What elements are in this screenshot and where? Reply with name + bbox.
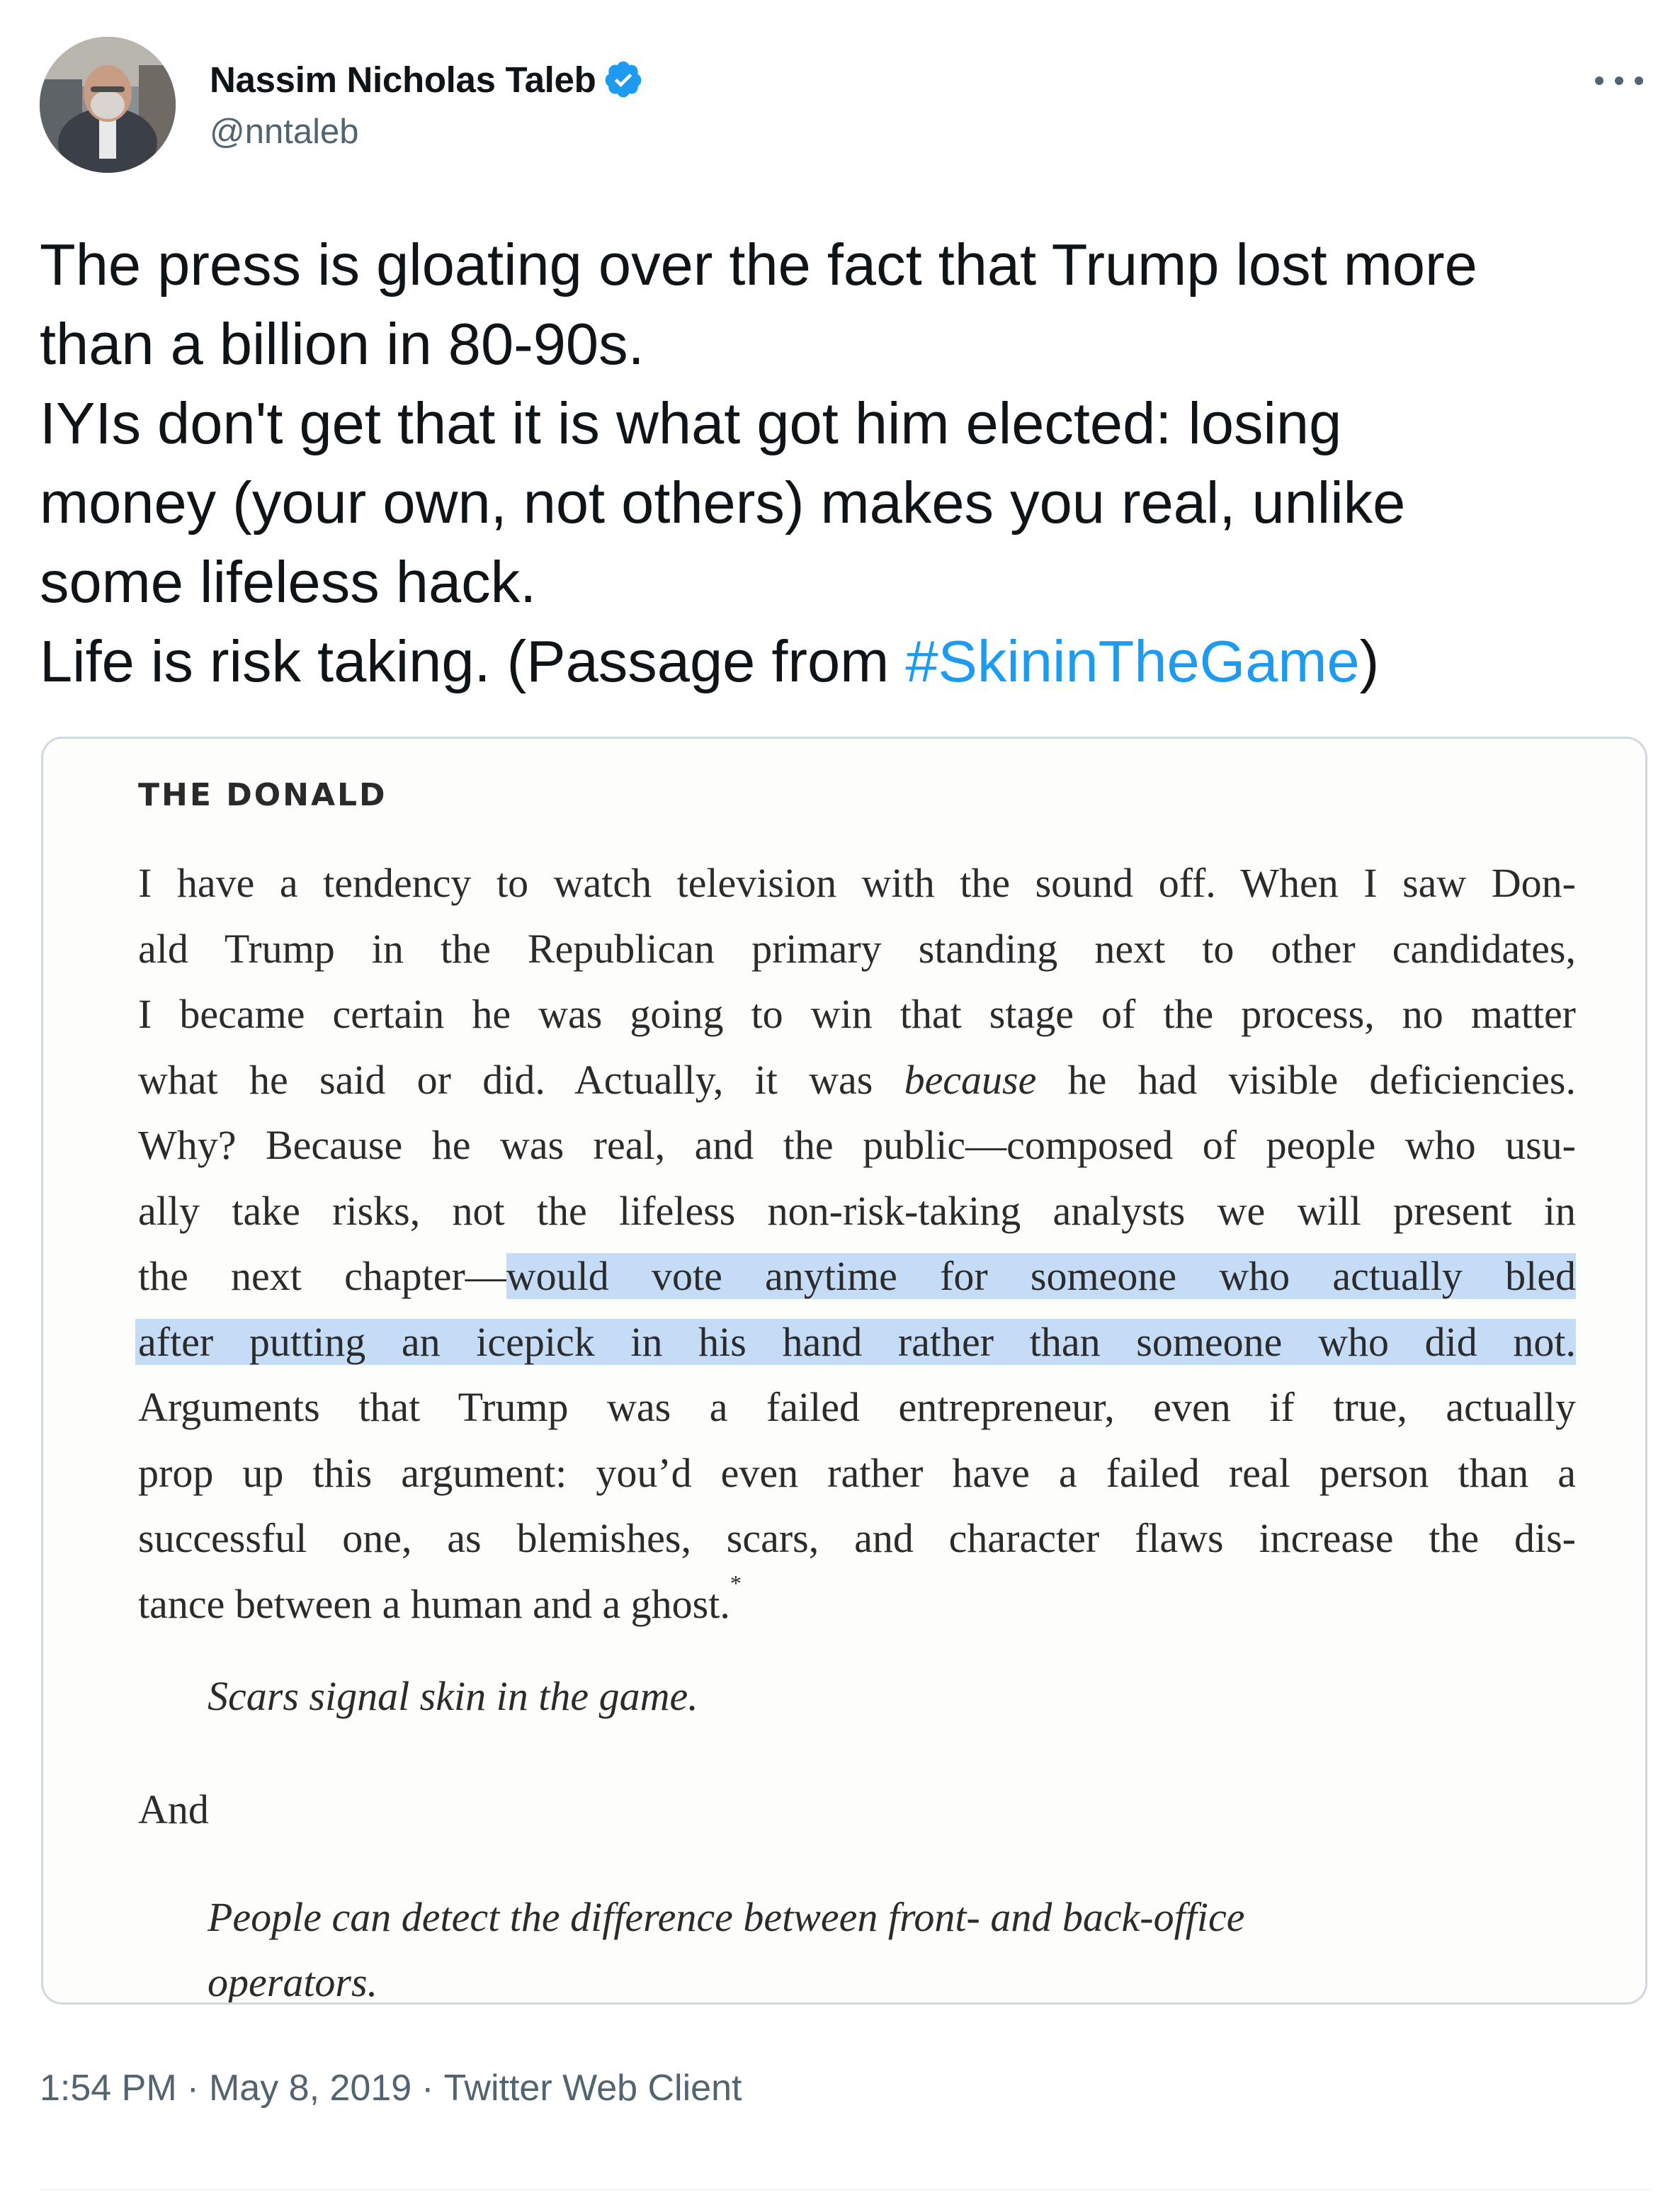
tweet-text-line: The press is gloating over the fact that… xyxy=(40,232,1477,297)
book-quote: People can detect the difference between… xyxy=(208,1885,1482,2005)
book-line: ally take risks, not the lifeless non-ri… xyxy=(138,1187,1576,1234)
tweet-source-client[interactable]: Twitter Web Client xyxy=(444,2068,742,2109)
tweet-meta: 1:54 PM · May 8, 2019 · Twitter Web Client xyxy=(40,2067,742,2109)
more-horizontal-icon[interactable] xyxy=(1585,59,1653,102)
hashtag-link[interactable]: #SkininTheGame xyxy=(905,628,1359,694)
tweet-text-line: IYIs don't get that it is what got him e… xyxy=(40,390,1342,456)
tweet-time[interactable]: 1:54 PM xyxy=(40,2068,177,2109)
avatar-photo xyxy=(40,37,176,173)
author-display-name[interactable]: Nassim Nicholas Taleb xyxy=(210,59,596,101)
footnote-mark: * xyxy=(730,1570,742,1596)
meta-separator: · xyxy=(186,2068,199,2109)
book-line: Why? Because he was real, and the public… xyxy=(138,1122,1576,1168)
book-line: after putting an icepick in his hand rat… xyxy=(135,1310,1576,1376)
divider xyxy=(40,2189,1652,2190)
verified-badge-icon xyxy=(603,59,644,100)
tweet-text-line: some lifeless hack. xyxy=(40,549,537,615)
book-connector: And xyxy=(138,1786,209,1832)
tweet-text-line: money (your own, not others) makes you r… xyxy=(40,470,1406,535)
book-quote-line: operators. xyxy=(208,1959,378,2005)
book-line: I became certain he was going to win tha… xyxy=(138,991,1576,1037)
book-section-heading: THE DONALD xyxy=(138,777,387,813)
book-highlighted-text: after putting an icepick in his hand rat… xyxy=(135,1318,1576,1365)
book-quote-line: People can detect the difference between… xyxy=(208,1894,1245,1940)
book-line: tance between a human and a ghost.* xyxy=(138,1572,1576,1638)
tweet-text-line-last: Life is risk taking. (Passage from #Skin… xyxy=(40,622,1662,701)
book-line: Arguments that Trump was a failed entrep… xyxy=(138,1384,1576,1430)
author-name-row: Nassim Nicholas Taleb xyxy=(210,51,644,108)
author-handle[interactable]: @nntaleb xyxy=(210,112,359,152)
book-highlighted-text: would vote anytime for someone who actua… xyxy=(506,1253,1576,1299)
tweet-text: The press is gloating over the fact that… xyxy=(40,225,1662,701)
book-line: the next chapter—would vote anytime for … xyxy=(138,1244,1576,1310)
avatar[interactable] xyxy=(40,37,176,173)
tweet-text-line: than a billion in 80-90s. xyxy=(40,311,645,377)
book-emphasis: because xyxy=(904,1056,1037,1103)
book-quote: Scars signal skin in the game. xyxy=(208,1673,698,1719)
tweet-text-prefix: Life is risk taking. (Passage from xyxy=(40,628,906,694)
book-line: what he said or did. Actually, it was be… xyxy=(138,1056,1576,1103)
book-line: I have a tendency to watch television wi… xyxy=(138,860,1576,906)
tweet-text-suffix: ) xyxy=(1359,628,1380,694)
tweet-media-image[interactable]: THE DONALD I have a tendency to watch te… xyxy=(41,737,1647,2005)
book-line: successful one, as blemishes, scars, and… xyxy=(138,1515,1576,1561)
book-line: prop up this argument: you’d even rather… xyxy=(138,1449,1576,1496)
book-paragraph: I have a tendency to watch television wi… xyxy=(135,851,1576,1638)
book-line-plain: the next chapter— xyxy=(138,1253,506,1299)
book-last-line: tance between a human and a ghost. xyxy=(138,1580,730,1627)
tweet-date[interactable]: May 8, 2019 xyxy=(209,2068,412,2109)
meta-separator: · xyxy=(421,2068,434,2109)
book-line: ald Trump in the Republican primary stan… xyxy=(138,925,1576,972)
